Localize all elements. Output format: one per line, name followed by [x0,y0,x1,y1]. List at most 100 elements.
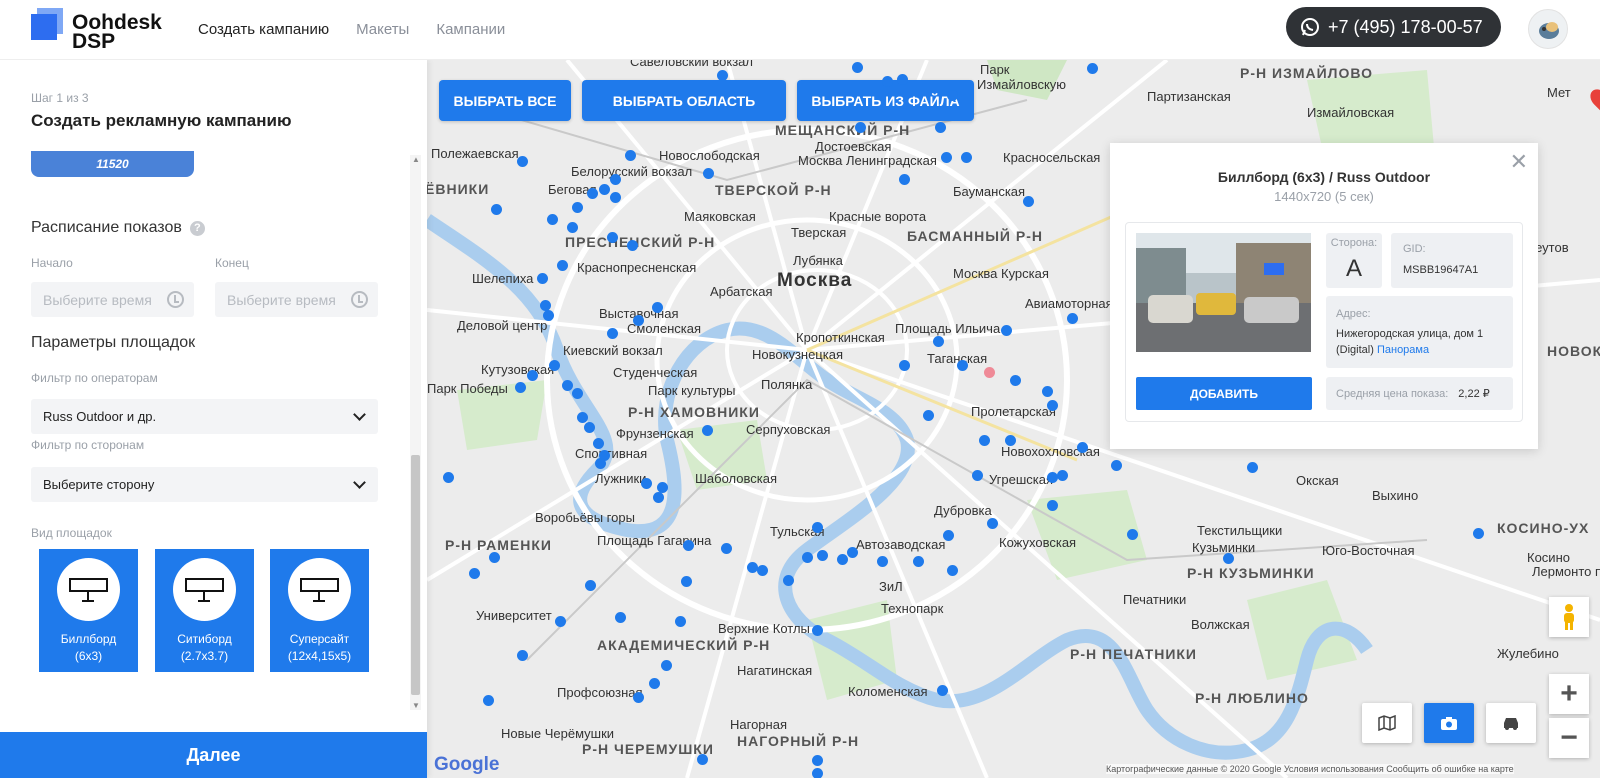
scroll-up-arrow-icon[interactable]: ▲ [412,155,420,164]
billboard-marker[interactable] [852,62,863,73]
type-supersite-card[interactable]: Суперсайт (12x4,15x5) [270,549,369,672]
billboard-marker[interactable] [812,625,823,636]
billboard-marker[interactable] [1047,500,1058,511]
billboard-marker[interactable] [683,540,694,551]
billboard-marker[interactable] [697,754,708,765]
add-billboard-button[interactable]: ДОБАВИТЬ [1136,377,1312,410]
billboard-marker[interactable] [607,328,618,339]
billboard-marker[interactable] [649,678,660,689]
billboard-marker[interactable] [515,382,526,393]
billboard-marker[interactable] [572,202,583,213]
billboard-marker[interactable] [641,478,652,489]
billboard-marker[interactable] [1067,313,1078,324]
billboard-marker[interactable] [517,156,528,167]
billboard-marker[interactable] [615,612,626,623]
billboard-marker[interactable] [543,310,554,321]
nav-layouts[interactable]: Макеты [356,21,409,38]
avatar[interactable] [1528,9,1568,49]
billboard-marker[interactable] [933,336,944,347]
phone-button[interactable]: +7 (495) 178-00-57 [1286,7,1501,47]
help-icon[interactable]: ? [189,221,205,236]
selected-billboard-marker[interactable] [984,367,995,378]
sidebar-scrollbar[interactable]: ▲ ▼ [410,155,421,710]
billboard-marker[interactable] [593,438,604,449]
billboard-marker[interactable] [877,556,888,567]
billboard-marker[interactable] [1042,386,1053,397]
billboard-marker[interactable] [913,556,924,567]
billboard-marker[interactable] [572,388,583,399]
logo[interactable]: Oohdesk DSP [31,8,181,52]
billboard-marker[interactable] [562,380,573,391]
billboard-marker[interactable] [557,260,568,271]
billboard-marker[interactable] [443,472,454,483]
billboard-marker[interactable] [812,768,823,778]
start-time-input[interactable]: Выберите время [31,282,194,317]
billboard-marker[interactable] [1057,470,1068,481]
billboard-marker[interactable] [1023,196,1034,207]
billboard-marker[interactable] [652,302,663,313]
next-button[interactable]: Далее [0,732,427,778]
billboard-marker[interactable] [547,214,558,225]
billboard-marker[interactable] [527,370,538,381]
street-view-button[interactable] [1486,703,1536,743]
billboard-marker[interactable] [584,422,595,433]
billboard-marker[interactable] [947,565,958,576]
billboard-marker[interactable] [1223,553,1234,564]
billboard-marker[interactable] [1047,400,1058,411]
billboard-marker[interactable] [947,90,958,101]
billboard-marker[interactable] [610,192,621,203]
billboard-marker[interactable] [567,222,578,233]
billboard-marker[interactable] [489,552,500,563]
map-view-button[interactable] [1362,703,1412,743]
billboard-marker[interactable] [599,184,610,195]
billboard-marker[interactable] [633,315,644,326]
billboard-marker[interactable] [1077,442,1088,453]
panorama-link[interactable]: Панорама [1377,344,1429,356]
billboard-marker[interactable] [627,240,638,251]
billboard-marker[interactable] [923,410,934,421]
billboard-marker[interactable] [702,425,713,436]
billboard-marker[interactable] [935,122,946,133]
billboard-marker[interactable] [987,518,998,529]
scroll-thumb[interactable] [411,455,420,695]
billboard-marker[interactable] [837,554,848,565]
billboard-marker[interactable] [882,76,893,87]
billboard-marker[interactable] [491,204,502,215]
billboard-marker[interactable] [717,70,728,81]
billboard-marker[interactable] [721,543,732,554]
billboard-marker[interactable] [1010,375,1021,386]
billboard-marker[interactable] [585,580,596,591]
billboard-marker[interactable] [812,522,823,533]
billboard-marker[interactable] [899,360,910,371]
billboard-marker[interactable] [812,755,823,766]
billboard-marker[interactable] [847,547,858,558]
nav-campaigns[interactable]: Кампании [436,21,505,38]
side-filter-select[interactable]: Выберите сторону [31,467,378,502]
select-all-button[interactable]: ВЫБРАТЬ ВСЕ [439,80,571,121]
billboard-marker[interactable] [817,550,828,561]
billboard-marker[interactable] [469,568,480,579]
billboard-marker[interactable] [961,152,972,163]
billboard-marker[interactable] [577,412,588,423]
billboard-marker[interactable] [549,360,560,371]
billboard-marker[interactable] [537,273,548,284]
select-area-button[interactable]: ВЫБРАТЬ ОБЛАСТЬ [582,80,786,121]
billboard-marker[interactable] [595,458,606,469]
billboard-marker[interactable] [941,152,952,163]
billboard-marker[interactable] [855,122,866,133]
billboard-marker[interactable] [653,492,664,503]
nav-create-campaign[interactable]: Создать кампанию [198,21,329,38]
type-billboard-card[interactable]: Биллборд (6x3) [39,549,138,672]
billboard-marker[interactable] [681,576,692,587]
type-cityboard-card[interactable]: Ситиборд (2.7x3.7) [155,549,254,672]
billboard-marker[interactable] [610,174,621,185]
billboard-marker[interactable] [1005,435,1016,446]
photo-view-button[interactable] [1424,703,1474,743]
billboard-marker[interactable] [555,616,566,627]
billboard-marker[interactable] [757,565,768,576]
scroll-down-arrow-icon[interactable]: ▼ [412,701,420,710]
end-time-input[interactable]: Выберите время [215,282,378,317]
billboard-marker[interactable] [937,685,948,696]
billboard-marker[interactable] [1111,460,1122,471]
billboard-marker[interactable] [979,435,990,446]
